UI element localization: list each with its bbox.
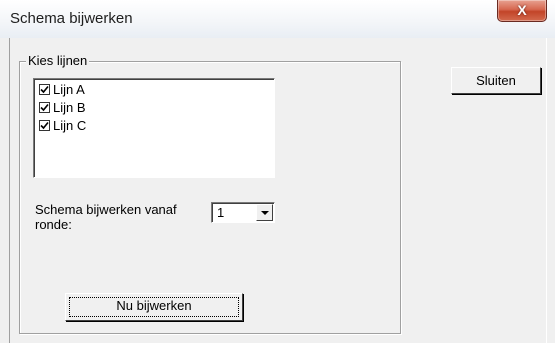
checkbox-line-a[interactable] (39, 84, 50, 95)
lines-group-label: Kies lijnen (26, 53, 90, 68)
list-item-line-b[interactable]: Lijn B (39, 99, 86, 117)
line-b-label: Lijn B (53, 100, 86, 115)
window-title: Schema bijwerken (10, 10, 133, 27)
check-icon (40, 121, 49, 130)
line-a-label: Lijn A (53, 82, 85, 97)
check-icon (40, 85, 49, 94)
round-select[interactable]: 1 (211, 202, 275, 223)
close-button[interactable]: Sluiten (451, 67, 541, 94)
chevron-down-icon (261, 211, 269, 215)
round-dropdown-button[interactable] (256, 204, 273, 221)
close-window-button[interactable]: X (497, 0, 547, 22)
checkbox-line-c[interactable] (39, 120, 50, 131)
list-item-line-a[interactable]: Lijn A (39, 81, 85, 99)
close-icon: X (517, 2, 527, 18)
update-now-label: Nu bijwerken (116, 298, 192, 313)
checkbox-line-b[interactable] (39, 102, 50, 113)
title-bar[interactable]: Schema bijwerken X (0, 0, 555, 38)
round-select-value: 1 (217, 205, 225, 220)
list-item-line-c[interactable]: Lijn C (39, 117, 86, 135)
check-icon (40, 103, 49, 112)
lines-listbox[interactable]: Lijn A Lijn B Lijn C (33, 78, 275, 178)
line-c-label: Lijn C (53, 118, 87, 133)
dialog-window: Schema bijwerken X Kies lijnen Lijn A Li… (0, 0, 555, 343)
update-from-round-label: Schema bijwerken vanaf ronde: (35, 202, 177, 232)
update-now-button[interactable]: Nu bijwerken (65, 293, 243, 321)
